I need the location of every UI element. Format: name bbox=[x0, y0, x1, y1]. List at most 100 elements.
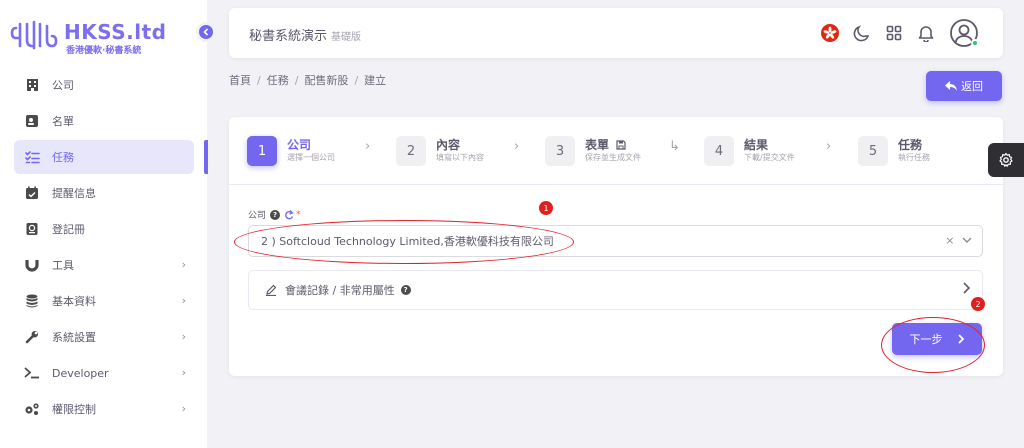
step-task[interactable]: 5 任務 執行任務 bbox=[858, 134, 930, 168]
moon-icon bbox=[853, 25, 870, 42]
step-number: 5 bbox=[858, 136, 888, 166]
annotation-badge-1: 1 bbox=[539, 201, 553, 215]
step-title-text: 表單 bbox=[585, 138, 610, 152]
chevron-right-icon: › bbox=[181, 402, 186, 415]
chevron-right-icon: › bbox=[514, 139, 520, 154]
sidebar-item-system-settings[interactable]: 系統設置 › bbox=[14, 320, 194, 354]
online-status-dot bbox=[971, 39, 979, 47]
next-button-label: 下一步 bbox=[909, 333, 943, 346]
sidebar-item-label: 公司 bbox=[52, 79, 74, 92]
database-icon bbox=[24, 293, 40, 309]
contact-card-icon bbox=[24, 113, 40, 129]
sidebar-collapse-button[interactable] bbox=[196, 22, 216, 42]
step-company[interactable]: 1 公司 選擇一個公司 bbox=[247, 134, 335, 168]
sidebar-item-tasks[interactable]: 任務 bbox=[14, 140, 194, 174]
chevron-left-icon bbox=[203, 28, 209, 36]
bell-icon bbox=[918, 26, 934, 42]
cogs-icon bbox=[24, 401, 40, 417]
dark-mode-toggle[interactable] bbox=[847, 18, 877, 48]
accordion-label: 會議記錄 / 非常用屬性 bbox=[285, 284, 395, 297]
sidebar-item-label: 工具 bbox=[52, 259, 74, 272]
breadcrumb-tasks[interactable]: 任務 bbox=[267, 74, 289, 87]
building-icon bbox=[24, 77, 40, 93]
step-number: 3 bbox=[545, 136, 575, 166]
company-label-text: 公司 bbox=[248, 211, 267, 221]
grid-icon bbox=[886, 25, 902, 41]
step-title: 結果 bbox=[744, 138, 769, 152]
step-title: 公司 bbox=[287, 138, 312, 152]
step-number: 2 bbox=[396, 136, 426, 166]
calendar-check-icon bbox=[24, 185, 40, 201]
sidebar-item-developer[interactable]: Developer › bbox=[14, 356, 194, 390]
back-button[interactable]: 返回 bbox=[926, 71, 1002, 101]
brand-tagline: 香港優軟·秘書系統 bbox=[66, 46, 142, 56]
pencil-icon bbox=[266, 284, 277, 296]
step-description: 下載/提交文件 bbox=[744, 153, 795, 162]
step-description: 選擇一個公司 bbox=[287, 153, 335, 162]
step-description: 執行任務 bbox=[898, 153, 930, 162]
sidebar-item-register[interactable]: 登記冊 bbox=[14, 212, 194, 246]
chevron-down-icon[interactable] bbox=[962, 236, 972, 244]
breadcrumb-placement[interactable]: 配售新股 bbox=[304, 74, 348, 87]
wizard-stepper: 1 公司 選擇一個公司 › 2 內容 填寫以下內容 › 3 表單 保存並生成文件 bbox=[229, 117, 1003, 185]
annotation-badge-2: 2 bbox=[971, 297, 985, 311]
step-content[interactable]: 2 內容 填寫以下內容 bbox=[396, 134, 484, 168]
terminal-icon bbox=[24, 365, 40, 381]
company-field-label: 公司 ? * bbox=[248, 208, 301, 221]
chevron-right-icon: › bbox=[365, 139, 371, 154]
required-marker: * bbox=[296, 209, 301, 220]
company-select[interactable]: 2 ) Softcloud Technology Limited,香港軟優科技有… bbox=[248, 225, 983, 257]
magnet-icon bbox=[24, 257, 40, 273]
sidebar-menu: 公司 名單 任務 提醒信息 登記冊 工具 › 基本資料 › 系統設置 › Dev… bbox=[14, 68, 194, 428]
sidebar-item-label: 提醒信息 bbox=[52, 187, 96, 200]
user-avatar[interactable] bbox=[949, 18, 979, 48]
save-icon bbox=[616, 140, 626, 150]
turn-arrow-icon: ↳ bbox=[669, 139, 680, 154]
step-title: 內容 bbox=[436, 138, 461, 152]
system-title: 秘書系統演示 基礎版 bbox=[249, 25, 361, 44]
register-book-icon bbox=[24, 221, 40, 237]
reply-arrow-icon bbox=[945, 81, 957, 91]
sidebar-item-reminders[interactable]: 提醒信息 bbox=[14, 176, 194, 210]
step-description: 保存並生成文件 bbox=[585, 153, 641, 162]
select-controls: × bbox=[945, 234, 972, 247]
sidebar-item-label: 登記冊 bbox=[52, 223, 85, 236]
chevron-right-icon: › bbox=[181, 258, 186, 271]
step-number: 1 bbox=[247, 136, 277, 166]
logo[interactable]: HKSS.ltd 香港優軟·秘書系統 bbox=[10, 18, 180, 56]
breadcrumb: 首頁 / 任務 / 配售新股 / 建立 bbox=[229, 74, 387, 87]
sidebar-item-label: 基本資料 bbox=[52, 295, 96, 308]
language-button[interactable] bbox=[815, 18, 845, 48]
sidebar-item-permissions[interactable]: 權限控制 › bbox=[14, 392, 194, 426]
breadcrumb-home[interactable]: 首頁 bbox=[229, 74, 251, 87]
sidebar-item-list[interactable]: 名單 bbox=[14, 104, 194, 138]
customizer-toggle[interactable] bbox=[988, 143, 1024, 177]
logo-icon bbox=[10, 20, 58, 50]
navbar-actions bbox=[813, 18, 979, 48]
shortcuts-button[interactable] bbox=[879, 18, 909, 48]
sidebar: HKSS.ltd 香港優軟·秘書系統 公司 名單 任務 提醒信息 登記冊 工具 … bbox=[0, 0, 207, 448]
sidebar-item-tools[interactable]: 工具 › bbox=[14, 248, 194, 282]
refresh-icon[interactable] bbox=[284, 209, 294, 220]
step-form[interactable]: 3 表單 保存並生成文件 bbox=[545, 134, 641, 168]
system-title-text: 秘書系統演示 bbox=[249, 29, 328, 44]
checklist-icon bbox=[24, 149, 40, 165]
sidebar-item-basic-data[interactable]: 基本資料 › bbox=[14, 284, 194, 318]
chevron-right-icon: › bbox=[181, 330, 186, 343]
sidebar-item-label: 名單 bbox=[52, 115, 74, 128]
clear-icon[interactable]: × bbox=[945, 234, 954, 247]
wizard-card: 1 公司 選擇一個公司 › 2 內容 填寫以下內容 › 3 表單 保存並生成文件 bbox=[229, 117, 1003, 376]
brand-name: HKSS.ltd bbox=[64, 20, 167, 44]
step-number: 4 bbox=[704, 136, 734, 166]
chevron-right-icon bbox=[957, 334, 964, 344]
sidebar-item-company[interactable]: 公司 bbox=[14, 68, 194, 102]
hk-flag-icon bbox=[821, 24, 839, 42]
chevron-right-icon bbox=[963, 282, 970, 294]
back-button-label: 返回 bbox=[961, 80, 983, 93]
meeting-records-accordion[interactable]: 會議記錄 / 非常用屬性 ? bbox=[248, 270, 983, 310]
notifications-button[interactable] bbox=[911, 18, 941, 48]
step-result[interactable]: 4 結果 下載/提交文件 bbox=[704, 134, 795, 168]
next-step-button[interactable]: 下一步 bbox=[892, 323, 982, 355]
help-icon[interactable]: ? bbox=[400, 285, 411, 295]
help-icon[interactable]: ? bbox=[270, 209, 281, 220]
